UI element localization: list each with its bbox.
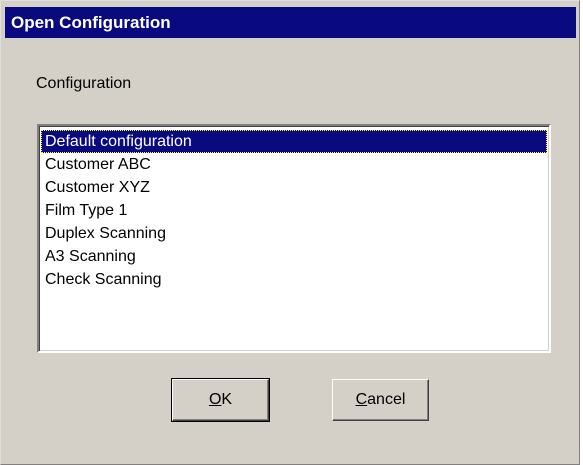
cancel-button[interactable]: Cancel — [332, 379, 429, 421]
list-item-film-type-1[interactable]: Film Type 1 — [41, 199, 549, 222]
configuration-listbox[interactable]: Default configuration Customer ABC Custo… — [37, 124, 551, 353]
list-item-check-scanning[interactable]: Check Scanning — [41, 268, 549, 291]
dialog-title: Open Configuration — [11, 13, 171, 32]
list-item-duplex-scanning[interactable]: Duplex Scanning — [41, 222, 549, 245]
ok-label-rest: K — [221, 391, 233, 408]
list-item-customer-abc[interactable]: Customer ABC — [41, 153, 549, 176]
list-item-customer-xyz[interactable]: Customer XYZ — [41, 176, 549, 199]
list-item-default-configuration[interactable]: Default configuration — [41, 130, 547, 153]
cancel-label-rest: ancel — [367, 391, 406, 408]
ok-button[interactable]: OK — [171, 378, 270, 422]
open-configuration-dialog: Open Configuration Configuration Default… — [0, 0, 580, 465]
configuration-label: Configuration — [36, 75, 132, 92]
ok-accelerator: O — [208, 391, 222, 408]
list-item-a3-scanning[interactable]: A3 Scanning — [41, 245, 549, 268]
cancel-accelerator: C — [355, 391, 368, 408]
title-bar[interactable]: Open Configuration — [5, 7, 576, 38]
